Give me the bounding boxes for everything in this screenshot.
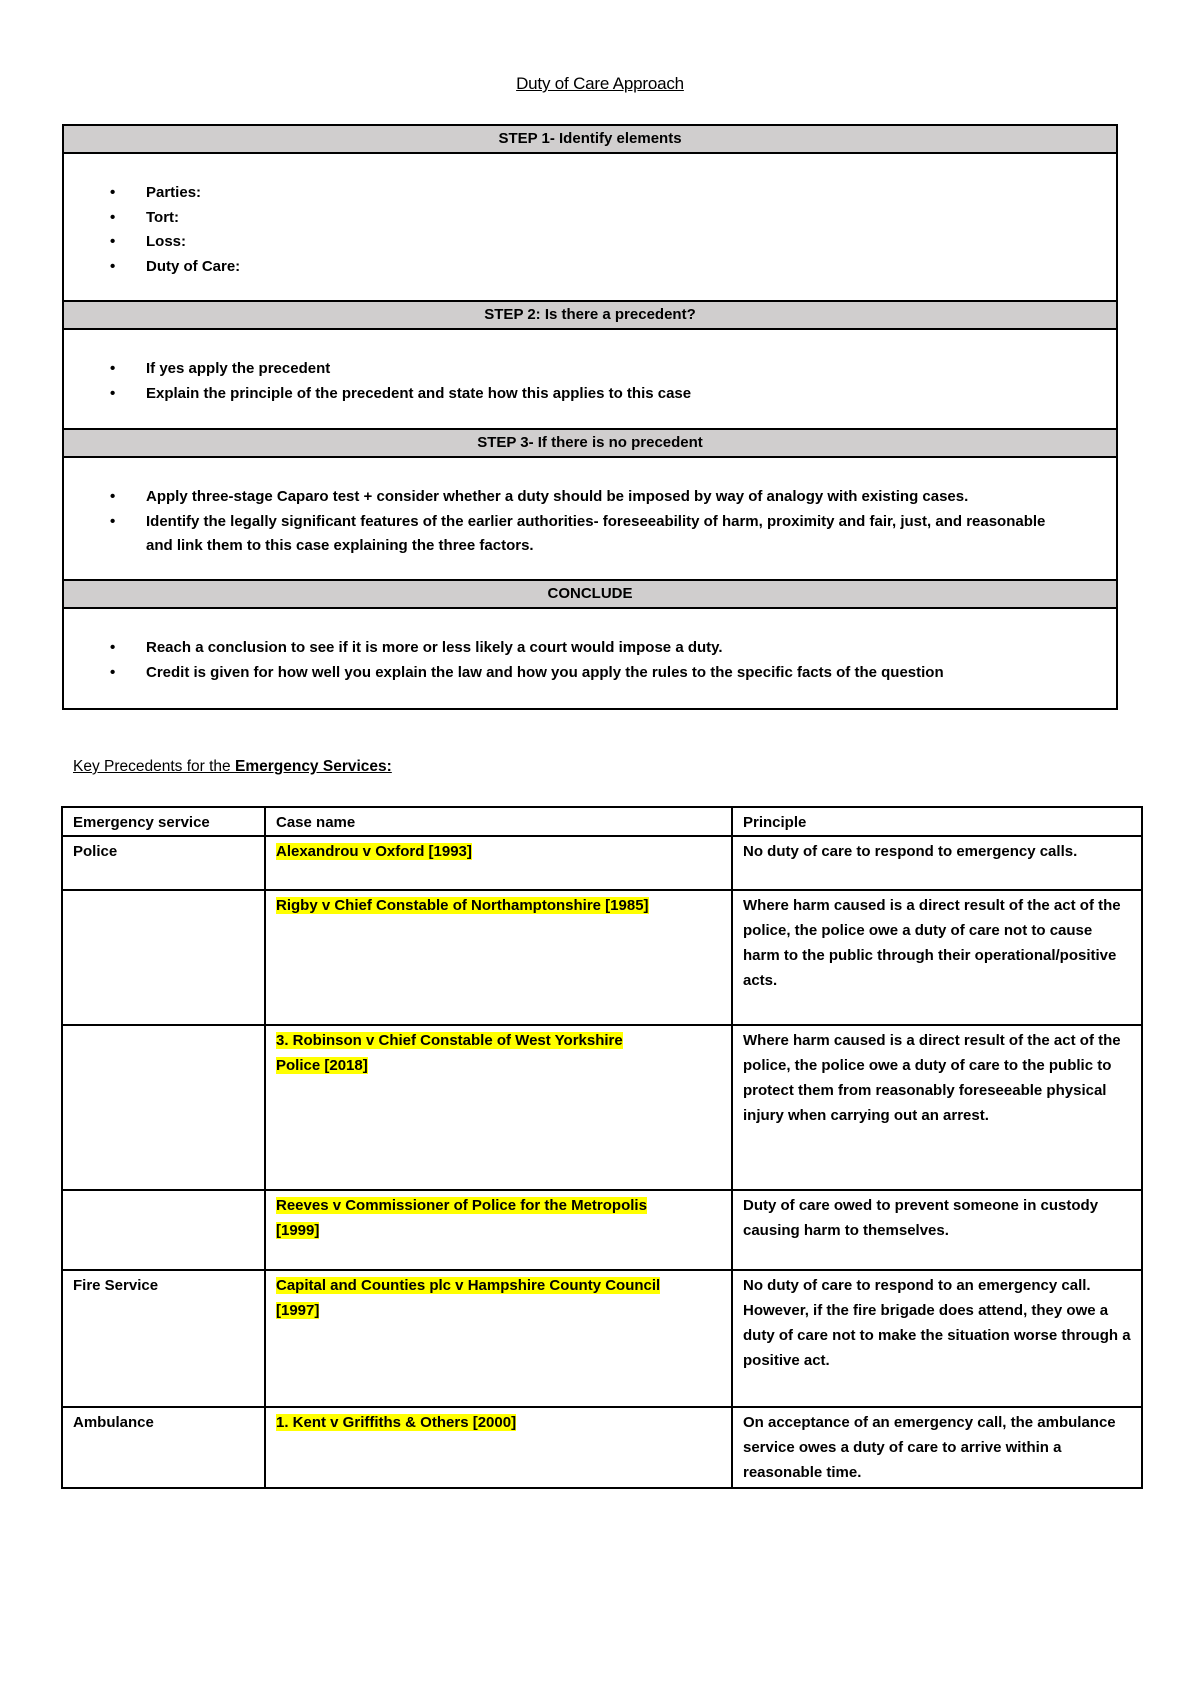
table-row: Ambulance 1. Kent v Griffiths & Others [2… bbox=[61, 1406, 1143, 1489]
step-1-item: • Parties: bbox=[110, 181, 1116, 206]
highlighted-case-name: Police [2018] bbox=[276, 1057, 368, 1074]
bullet-icon: • bbox=[110, 639, 116, 656]
table-row: Reeves v Commissioner of Police for the … bbox=[61, 1189, 1143, 1271]
step-3-item: • Apply three-stage Caparo test + conside… bbox=[110, 485, 1116, 510]
bullet-icon: • bbox=[110, 488, 116, 505]
key-precedents-heading: Key Precedents for the Emergency Service… bbox=[73, 758, 392, 775]
table-row: Police Alexandrou v Oxford [1993] No duty … bbox=[61, 835, 1143, 891]
case-name-cell: 1. Kent v Griffiths & Others [2000] bbox=[264, 1406, 733, 1489]
step-2-body: • If yes apply the precedent • Explain the… bbox=[64, 330, 1116, 430]
conclude-heading: CONCLUDE bbox=[64, 581, 1116, 609]
bullet-icon: • bbox=[110, 512, 116, 530]
step-1-heading: STEP 1- Identify elements bbox=[64, 126, 1116, 154]
principle-cell: Where harm caused is a direct result of … bbox=[731, 889, 1143, 1026]
step-3-heading: STEP 3- If there is no precedent bbox=[64, 430, 1116, 458]
emergency-service-cell: Fire Service bbox=[61, 1269, 266, 1408]
bullet-icon: • bbox=[110, 384, 116, 402]
column-header-service: Emergency service bbox=[61, 806, 266, 837]
emergency-service-cell: Police bbox=[61, 835, 266, 891]
conclude-item: • Credit is given for how well you explai… bbox=[110, 661, 1116, 686]
emergency-service-cell: Ambulance bbox=[61, 1406, 266, 1489]
highlighted-case-name: 1. Kent v Griffiths & Others [2000] bbox=[276, 1414, 517, 1431]
step-3-body: • Apply three-stage Caparo test + conside… bbox=[64, 458, 1116, 581]
table-row: 3. Robinson v Chief Constable of West Yo… bbox=[61, 1024, 1143, 1191]
highlighted-case-name: [1997] bbox=[276, 1302, 320, 1319]
step-2-item: • If yes apply the precedent bbox=[110, 357, 1116, 382]
conclude-item: • Reach a conclusion to see if it is more… bbox=[110, 636, 1116, 661]
bullet-icon: • bbox=[110, 184, 116, 201]
bullet-icon: • bbox=[110, 663, 116, 681]
precedents-table: Emergency service Case name Principle Po… bbox=[61, 806, 1143, 1489]
principle-cell: Where harm caused is a direct result of … bbox=[731, 1024, 1143, 1191]
step-2-heading: STEP 2: Is there a precedent? bbox=[64, 302, 1116, 330]
bullet-icon: • bbox=[110, 233, 116, 250]
conclude-body: • Reach a conclusion to see if it is more… bbox=[64, 609, 1116, 708]
principle-cell: No duty of care to respond to emergency … bbox=[731, 835, 1143, 891]
table-row: Rigby v Chief Constable of Northamptonsh… bbox=[61, 889, 1143, 1026]
step-3-item: • Identify the legally significant featur… bbox=[110, 510, 1116, 559]
highlighted-case-name: Capital and Counties plc v Hampshire Cou… bbox=[276, 1277, 661, 1294]
emergency-service-cell bbox=[61, 1189, 266, 1271]
step-2-item: • Explain the principle of the precedent … bbox=[110, 382, 1116, 407]
principle-cell: Duty of care owed to prevent someone in … bbox=[731, 1189, 1143, 1271]
table-header-row: Emergency service Case name Principle bbox=[61, 806, 1143, 837]
highlighted-case-name: [1999] bbox=[276, 1222, 320, 1239]
highlighted-case-name: Alexandrou v Oxford [1993] bbox=[276, 843, 472, 860]
step-1-body: • Parties: • Tort: • Loss: • Duty of Care: bbox=[64, 154, 1116, 302]
case-name-cell: Capital and Counties plc v Hampshire Cou… bbox=[264, 1269, 733, 1408]
case-name-cell: Rigby v Chief Constable of Northamptonsh… bbox=[264, 889, 733, 1026]
bullet-icon: • bbox=[110, 208, 116, 226]
bullet-icon: • bbox=[110, 257, 116, 275]
step-1-item: • Tort: bbox=[110, 206, 1116, 231]
case-name-cell: Alexandrou v Oxford [1993] bbox=[264, 835, 733, 891]
case-name-cell: 3. Robinson v Chief Constable of West Yo… bbox=[264, 1024, 733, 1191]
principle-cell: On acceptance of an emergency call, the … bbox=[731, 1406, 1143, 1489]
step-1-item: • Duty of Care: bbox=[110, 255, 1116, 280]
highlighted-case-name: 3. Robinson v Chief Constable of West Yo… bbox=[276, 1032, 623, 1049]
column-header-case: Case name bbox=[264, 806, 733, 837]
bullet-icon: • bbox=[110, 360, 116, 377]
table-row: Fire Service Capital and Counties plc v H… bbox=[61, 1269, 1143, 1408]
document-title: Duty of Care Approach bbox=[516, 74, 684, 93]
duty-of-care-steps-table: STEP 1- Identify elements • Parties: • Tor… bbox=[62, 124, 1118, 710]
case-name-cell: Reeves v Commissioner of Police for the … bbox=[264, 1189, 733, 1271]
principle-cell: No duty of care to respond to an emergen… bbox=[731, 1269, 1143, 1408]
emergency-service-cell bbox=[61, 889, 266, 1026]
highlighted-case-name: Rigby v Chief Constable of Northamptonsh… bbox=[276, 897, 649, 914]
column-header-principle: Principle bbox=[731, 806, 1143, 837]
emergency-service-cell bbox=[61, 1024, 266, 1191]
highlighted-case-name: Reeves v Commissioner of Police for the … bbox=[276, 1197, 647, 1214]
step-1-item: • Loss: bbox=[110, 230, 1116, 255]
